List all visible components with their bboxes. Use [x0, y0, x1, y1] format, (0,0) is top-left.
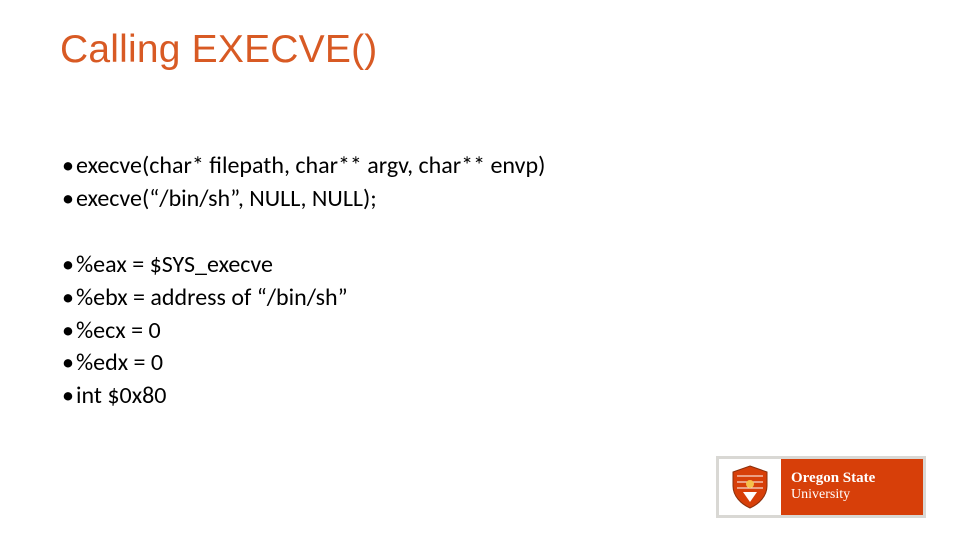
list-item: • execve(char* filepath, char** argv, ch…	[62, 150, 900, 183]
bullet-area: • execve(char* filepath, char** argv, ch…	[62, 150, 900, 412]
bullet-icon: •	[62, 183, 76, 216]
university-logo: Oregon State University	[716, 456, 926, 518]
list-item: • %ebx = address of “/bin/sh”	[62, 282, 900, 315]
bullet-icon: •	[62, 282, 76, 315]
bullet-text: %edx = 0	[76, 347, 900, 380]
bullet-group-2: • %eax = $SYS_execve • %ebx = address of…	[62, 249, 900, 412]
logo-text-line2: University	[791, 488, 923, 503]
logo-seal-icon	[719, 459, 781, 515]
bullet-icon: •	[62, 249, 76, 282]
list-item: • %ecx = 0	[62, 315, 900, 348]
list-item: • %eax = $SYS_execve	[62, 249, 900, 282]
slide: Calling EXECVE() • execve(char* filepath…	[0, 0, 960, 540]
bullet-icon: •	[62, 380, 76, 413]
bullet-icon: •	[62, 315, 76, 348]
logo-text-block: Oregon State University	[781, 459, 923, 515]
bullet-text: %eax = $SYS_execve	[76, 249, 900, 282]
list-item: • %edx = 0	[62, 347, 900, 380]
list-item: • int $0x80	[62, 380, 900, 413]
shield-icon	[725, 462, 775, 512]
bullet-text: execve(“/bin/sh”, NULL, NULL);	[76, 183, 900, 216]
bullet-text: %ebx = address of “/bin/sh”	[76, 282, 900, 315]
bullet-group-1: • execve(char* filepath, char** argv, ch…	[62, 150, 900, 215]
bullet-text: execve(char* filepath, char** argv, char…	[76, 150, 900, 183]
bullet-icon: •	[62, 347, 76, 380]
bullet-text: int $0x80	[76, 380, 900, 413]
logo-text-line1: Oregon State	[791, 471, 923, 487]
slide-title: Calling EXECVE()	[60, 28, 377, 72]
bullet-text: %ecx = 0	[76, 315, 900, 348]
bullet-icon: •	[62, 150, 76, 183]
list-item: • execve(“/bin/sh”, NULL, NULL);	[62, 183, 900, 216]
